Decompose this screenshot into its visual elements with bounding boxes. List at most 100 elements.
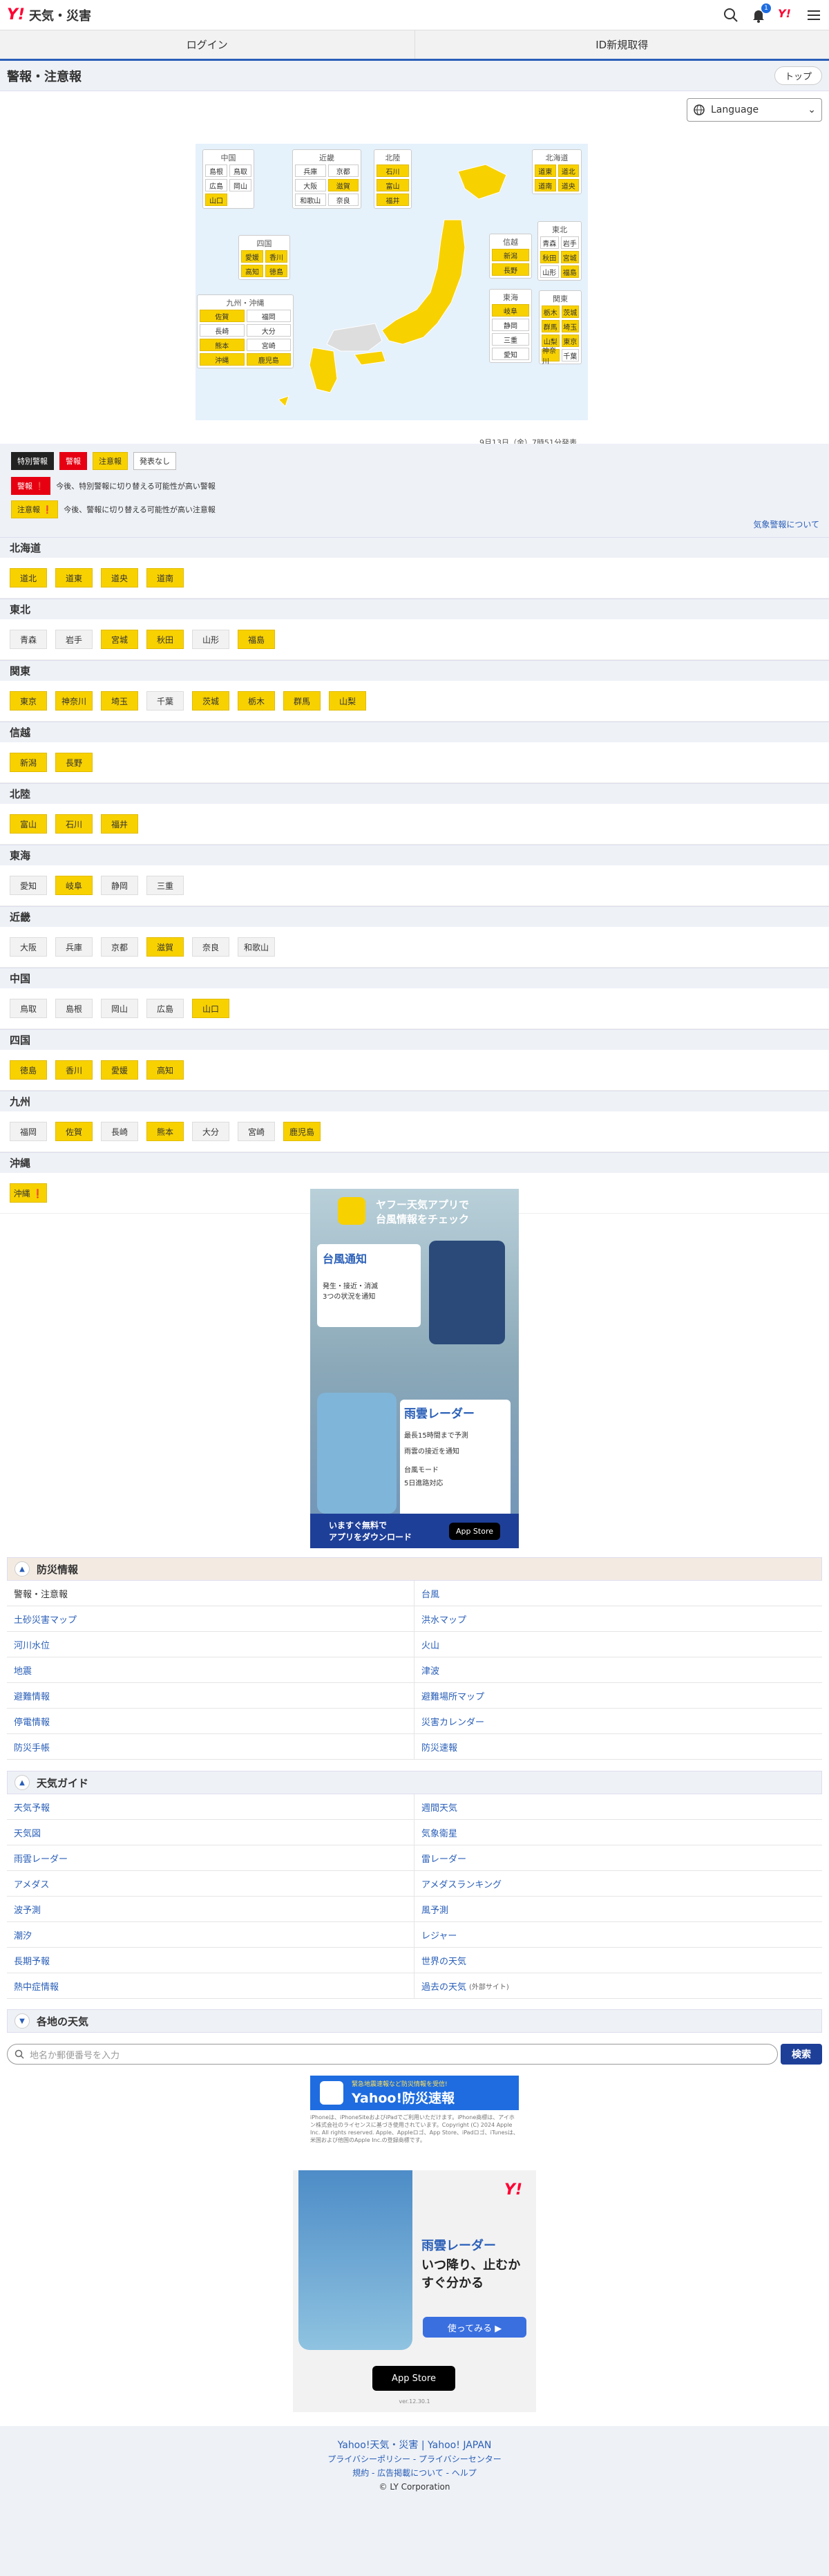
map-pref-button[interactable]: 岩手 — [560, 236, 579, 249]
nav-link[interactable]: 雨雲レーダー — [7, 1845, 414, 1871]
prefecture-button[interactable]: 秋田 — [146, 630, 184, 649]
prefecture-button[interactable]: 茨城 — [192, 691, 229, 711]
prefecture-button[interactable]: 福井 — [101, 814, 138, 834]
nav-link[interactable]: 避難情報 — [7, 1683, 414, 1709]
map-pref-button[interactable]: 長崎 — [200, 324, 245, 337]
prefecture-button[interactable]: 京都 — [101, 937, 138, 957]
nav-link[interactable]: アメダスランキング — [414, 1871, 822, 1897]
prefecture-button[interactable]: 静岡 — [101, 876, 138, 895]
map-pref-button[interactable]: 静岡 — [492, 319, 529, 331]
nav-link[interactable]: 防災速報 — [414, 1734, 822, 1760]
map-pref-button[interactable]: 愛知 — [492, 348, 529, 360]
prefecture-button[interactable]: 愛知 — [10, 876, 47, 895]
typhoon-app-ad[interactable]: ヤフー天気アプリで 台風情報をチェック 台風通知 発生・接近・消滅 3つの状況を… — [310, 1189, 519, 1548]
prefecture-button[interactable]: 広島 — [146, 999, 184, 1018]
prefecture-button[interactable]: 兵庫 — [55, 937, 93, 957]
prefecture-button[interactable]: 鳥取 — [10, 999, 47, 1018]
language-select[interactable]: Language ⌄ — [687, 98, 822, 122]
map-pref-button[interactable]: 鹿児島 — [246, 353, 291, 366]
prefecture-button[interactable]: 大分 — [192, 1122, 229, 1141]
nav-link[interactable]: 停電情報 — [7, 1709, 414, 1734]
bousai-banner[interactable]: 緊急地震速報など防災情報を受信! Yahoo!防災速報 — [310, 2076, 519, 2110]
try-button[interactable]: 使ってみる ▶ — [423, 2317, 526, 2338]
map-pref-button[interactable]: 山口 — [205, 194, 227, 206]
prefecture-button[interactable]: 岩手 — [55, 630, 93, 649]
prefecture-button[interactable]: 長野 — [55, 753, 93, 772]
prefecture-button[interactable]: 青森 — [10, 630, 47, 649]
nav-link[interactable]: 雷レーダー — [414, 1845, 822, 1871]
nav-link[interactable]: 土砂災害マップ — [7, 1606, 414, 1632]
prefecture-button[interactable]: 熊本 — [146, 1122, 184, 1141]
map-pref-button[interactable]: 徳島 — [265, 265, 287, 277]
prefecture-button[interactable]: 鹿児島 — [283, 1122, 321, 1141]
prefecture-button[interactable]: 東京 — [10, 691, 47, 711]
map-pref-button[interactable]: 宮崎 — [246, 339, 291, 351]
prefecture-button[interactable]: 群馬 — [283, 691, 321, 711]
app-store-badge[interactable]: App Store — [448, 1522, 500, 1540]
map-pref-button[interactable]: 茨城 — [561, 305, 579, 318]
map-pref-button[interactable]: 高知 — [241, 265, 263, 277]
prefecture-button[interactable]: 神奈川 — [55, 691, 93, 711]
map-pref-button[interactable]: 兵庫 — [295, 164, 326, 177]
prefecture-button[interactable]: 福岡 — [10, 1122, 47, 1141]
nav-link[interactable]: 防災手帳 — [7, 1734, 414, 1760]
map-pref-button[interactable]: 千葉 — [561, 349, 579, 361]
nav-link[interactable]: 過去の天気 (外部サイト) — [414, 1973, 822, 1999]
map-pref-button[interactable]: 佐賀 — [200, 310, 245, 322]
map-pref-button[interactable]: 香川 — [265, 250, 287, 263]
nav-link[interactable]: 天気図 — [7, 1820, 414, 1845]
prefecture-button[interactable]: 富山 — [10, 814, 47, 834]
map-pref-button[interactable]: 福岡 — [246, 310, 291, 322]
bell-icon[interactable]: 1 — [750, 3, 771, 23]
nav-link[interactable]: 天気予報 — [7, 1794, 414, 1820]
nav-link[interactable]: 波予測 — [7, 1897, 414, 1922]
map-pref-button[interactable]: 宮城 — [560, 251, 579, 263]
prefecture-button[interactable]: 新潟 — [10, 753, 47, 772]
nav-link[interactable]: 週間天気 — [414, 1794, 822, 1820]
map-pref-button[interactable]: 大分 — [246, 324, 291, 337]
nav-link[interactable]: 地震 — [7, 1657, 414, 1683]
map-pref-button[interactable]: 道東 — [535, 164, 556, 177]
prefecture-button[interactable]: 石川 — [55, 814, 93, 834]
prefecture-button[interactable]: 栃木 — [238, 691, 275, 711]
map-pref-button[interactable]: 道北 — [558, 164, 579, 177]
prefecture-button[interactable]: 道東 — [55, 568, 93, 587]
map-pref-button[interactable]: 東京 — [561, 335, 579, 347]
map-pref-button[interactable]: 埼玉 — [561, 320, 579, 332]
expand-icon[interactable]: ▼ — [15, 2013, 30, 2029]
map-pref-button[interactable]: 神奈川 — [542, 348, 560, 366]
map-pref-button[interactable]: 道南 — [535, 179, 556, 191]
prefecture-button[interactable]: 香川 — [55, 1060, 93, 1080]
register-tab[interactable]: ID新規取得 — [415, 30, 829, 59]
map-pref-button[interactable]: 和歌山 — [295, 194, 326, 206]
nav-link[interactable]: 長期予報 — [7, 1948, 414, 1973]
prefecture-button[interactable]: 埼玉 — [101, 691, 138, 711]
map-pref-button[interactable]: 福島 — [560, 265, 579, 278]
menu-icon[interactable] — [806, 7, 822, 23]
prefecture-button[interactable]: 道央 — [101, 568, 138, 587]
nav-link[interactable]: 台風 — [414, 1581, 822, 1606]
map-pref-button[interactable]: 山形 — [540, 265, 559, 278]
collapse-icon[interactable]: ▲ — [15, 1561, 30, 1577]
map-pref-button[interactable]: 青森 — [540, 236, 559, 249]
prefecture-button[interactable]: 宮崎 — [238, 1122, 275, 1141]
prefecture-button[interactable]: 福島 — [238, 630, 275, 649]
top-button[interactable]: トップ — [774, 66, 822, 85]
prefecture-button[interactable]: 岐阜 — [55, 876, 93, 895]
nav-link[interactable]: 世界の天気 — [414, 1948, 822, 1973]
nav-link[interactable]: 火山 — [414, 1632, 822, 1657]
collapse-icon[interactable]: ▲ — [15, 1775, 30, 1790]
prefecture-button[interactable]: 島根 — [55, 999, 93, 1018]
nav-link[interactable]: アメダス — [7, 1871, 414, 1897]
map-pref-button[interactable]: 富山 — [377, 179, 409, 191]
map-pref-button[interactable]: 愛媛 — [241, 250, 263, 263]
prefecture-button[interactable]: 奈良 — [192, 937, 229, 957]
nav-link[interactable]: 警報・注意報 — [7, 1581, 414, 1606]
prefecture-button[interactable]: 山口 — [192, 999, 229, 1018]
prefecture-button[interactable]: 沖縄 ❗ — [10, 1183, 47, 1203]
nav-link[interactable]: 災害カレンダー — [414, 1709, 822, 1734]
prefecture-button[interactable]: 大阪 — [10, 937, 47, 957]
search-input[interactable]: 地名か郵便番号を入力 — [7, 2044, 778, 2065]
map-pref-button[interactable]: 広島 — [205, 179, 227, 191]
map-pref-button[interactable]: 熊本 — [200, 339, 245, 351]
